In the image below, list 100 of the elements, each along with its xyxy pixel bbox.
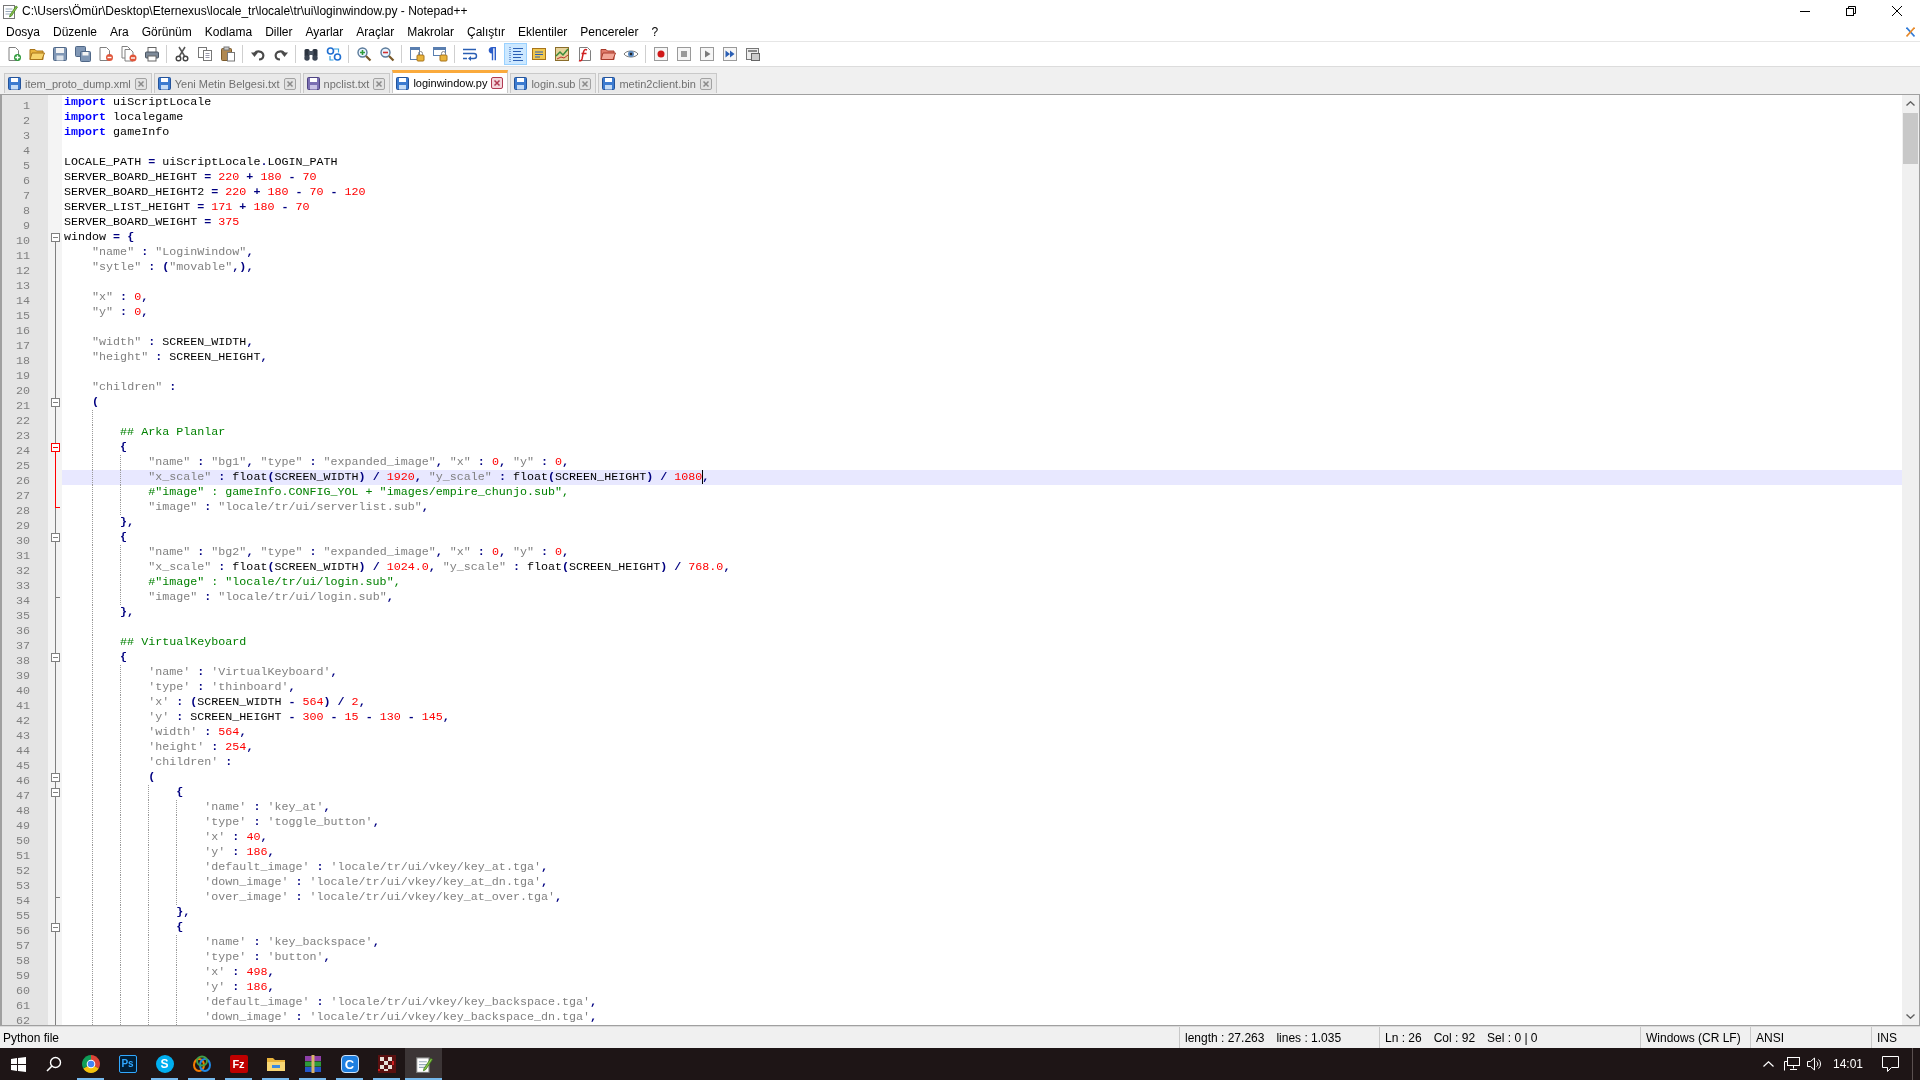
tricolor-circle-icon bbox=[80, 1054, 101, 1074]
clipboard-icon bbox=[219, 46, 236, 62]
code-line: { bbox=[176, 920, 184, 934]
window-lock-icon bbox=[431, 46, 448, 62]
file-tab[interactable]: login.sub bbox=[510, 73, 597, 93]
line-number: 1 bbox=[23, 99, 30, 113]
fold-toggle-icon[interactable] bbox=[50, 785, 60, 800]
code-line: SERVER_BOARD_WEIGHT = 375 bbox=[64, 215, 240, 229]
menu-item[interactable]: Ara bbox=[104, 22, 135, 41]
fold-toggle-icon[interactable] bbox=[50, 650, 60, 665]
code-line: 'y' : SCREEN_HEIGHT - 300 - 15 - 130 - 145, bbox=[148, 710, 450, 724]
menu-item[interactable]: Diller bbox=[259, 22, 299, 41]
menu-item[interactable]: Eklentiler bbox=[512, 22, 574, 41]
line-number: 21 bbox=[15, 399, 30, 413]
close-tab-icon[interactable] bbox=[579, 77, 592, 90]
fold-toggle-icon[interactable] bbox=[50, 770, 60, 785]
line-number: 14 bbox=[15, 294, 30, 308]
scrollbar-thumb[interactable] bbox=[1903, 113, 1918, 164]
insert-mode-label: INS bbox=[1877, 1030, 1897, 1045]
speaker-icon bbox=[1807, 1057, 1823, 1071]
fold-toggle-icon[interactable] bbox=[50, 530, 60, 545]
menu-item[interactable]: Dosya bbox=[0, 22, 46, 41]
replace-icon bbox=[325, 46, 342, 62]
code-line: { bbox=[120, 530, 128, 544]
code-line: }, bbox=[120, 605, 135, 619]
printer-icon bbox=[143, 46, 160, 62]
file-tab[interactable]: npclist.txt bbox=[302, 73, 391, 93]
taskbar-app-button[interactable] bbox=[405, 1048, 442, 1080]
fold-toggle-icon[interactable] bbox=[50, 230, 60, 245]
show-all-characters-button[interactable]: ¶ bbox=[481, 43, 504, 65]
close-tab-icon[interactable] bbox=[283, 77, 296, 90]
code-line: SERVER_BOARD_HEIGHT = 220 + 180 - 70 bbox=[64, 170, 317, 184]
fold-toggle-icon[interactable] bbox=[50, 440, 60, 455]
menu-item[interactable]: Ayarlar bbox=[299, 22, 350, 41]
line-number: 19 bbox=[15, 369, 30, 383]
selection-label: Sel : 0 | 0 bbox=[1487, 1030, 1538, 1045]
line-number: 62 bbox=[15, 1014, 30, 1025]
file-tab[interactable]: item_proto_dump.xml bbox=[4, 73, 152, 93]
line-number: 5 bbox=[23, 159, 30, 173]
cursor-line-label: Ln : 26 bbox=[1385, 1030, 1422, 1045]
line-number: 48 bbox=[15, 804, 30, 818]
code-line: 'x' : (SCREEN_WIDTH - 564) / 2, bbox=[148, 695, 366, 709]
chevron-up-icon bbox=[1906, 101, 1915, 106]
line-number: 8 bbox=[23, 204, 30, 218]
menu-item[interactable]: Pencereler bbox=[574, 22, 645, 41]
close-tab-icon[interactable] bbox=[134, 77, 147, 90]
line-number: 49 bbox=[15, 819, 30, 833]
windows-logo-icon bbox=[10, 1056, 26, 1072]
code-line: 'x' : 40, bbox=[204, 830, 268, 844]
line-number: 3 bbox=[23, 129, 30, 143]
lined-card-icon bbox=[530, 46, 547, 62]
menu-item[interactable]: Görünüm bbox=[135, 22, 198, 41]
taskbar-app-button[interactable]: Ps bbox=[109, 1048, 146, 1080]
menu-item[interactable]: Düzenle bbox=[47, 22, 104, 41]
line-number: 33 bbox=[15, 579, 30, 593]
indent-guide-button[interactable] bbox=[504, 43, 527, 65]
line-number: 42 bbox=[15, 714, 30, 728]
close-tab-icon[interactable] bbox=[373, 77, 386, 90]
close-tab-icon[interactable] bbox=[699, 77, 712, 90]
fold-toggle-icon[interactable] bbox=[50, 920, 60, 935]
line-number: 29 bbox=[15, 519, 30, 533]
fold-toggle-icon[interactable] bbox=[50, 395, 60, 410]
file-tab[interactable]: Yeni Metin Belgesi.txt bbox=[153, 73, 301, 93]
line-number: 18 bbox=[15, 354, 30, 368]
code-line: "sytle" : ("movable",), bbox=[92, 260, 254, 274]
pages-minus-icon bbox=[120, 46, 137, 62]
code-line: 'default_image' : 'locale/tr/ui/vkey/key_backspace.tga', bbox=[204, 995, 598, 1009]
line-number: 52 bbox=[15, 864, 30, 878]
code-line: 'y' : 186, bbox=[204, 845, 275, 859]
line-number: 30 bbox=[15, 534, 30, 548]
menu-item[interactable]: Kodlama bbox=[198, 22, 259, 41]
line-number: 27 bbox=[15, 489, 30, 503]
line-number: 61 bbox=[15, 999, 30, 1013]
menu-item[interactable]: Çalıştır bbox=[461, 22, 511, 41]
file-tab[interactable]: loginwindow.py bbox=[392, 70, 509, 93]
app-logo: S bbox=[155, 1055, 174, 1073]
line-number: 6 bbox=[23, 174, 30, 188]
line-number: 28 bbox=[15, 504, 30, 518]
line-number: 20 bbox=[15, 384, 30, 398]
line-number: 55 bbox=[15, 909, 30, 923]
code-line: #"image" : gameInfo.CONFIG_YOL + "images/empire_chunjo.sub", bbox=[148, 485, 569, 499]
menu-item[interactable]: Araçlar bbox=[350, 22, 401, 41]
close-tab-icon[interactable] bbox=[491, 77, 504, 89]
file-tab[interactable]: metin2client.bin bbox=[598, 73, 717, 93]
search-icon bbox=[46, 1056, 62, 1072]
play-icon bbox=[698, 46, 715, 62]
line-number: 10 bbox=[15, 234, 30, 248]
menu-item[interactable]: ? bbox=[645, 22, 665, 41]
close-document-button[interactable] bbox=[1906, 26, 1915, 37]
line-number: 60 bbox=[15, 984, 30, 998]
clock-time[interactable]: 14:01 bbox=[1825, 1048, 1872, 1080]
code-line: "name" : "LoginWindow", bbox=[92, 245, 254, 259]
line-number: 9 bbox=[23, 219, 30, 233]
menu-item[interactable]: Makrolar bbox=[401, 22, 460, 41]
line-number: 2 bbox=[23, 114, 30, 128]
line-number: 44 bbox=[15, 744, 30, 758]
code-line: import gameInfo bbox=[64, 125, 170, 139]
code-line: "children" : bbox=[92, 380, 177, 394]
code-line: 'down_image' : 'locale/tr/ui/vkey/key_backspace_dn.tga', bbox=[204, 1010, 598, 1024]
pixel-art-icon bbox=[376, 1054, 397, 1074]
